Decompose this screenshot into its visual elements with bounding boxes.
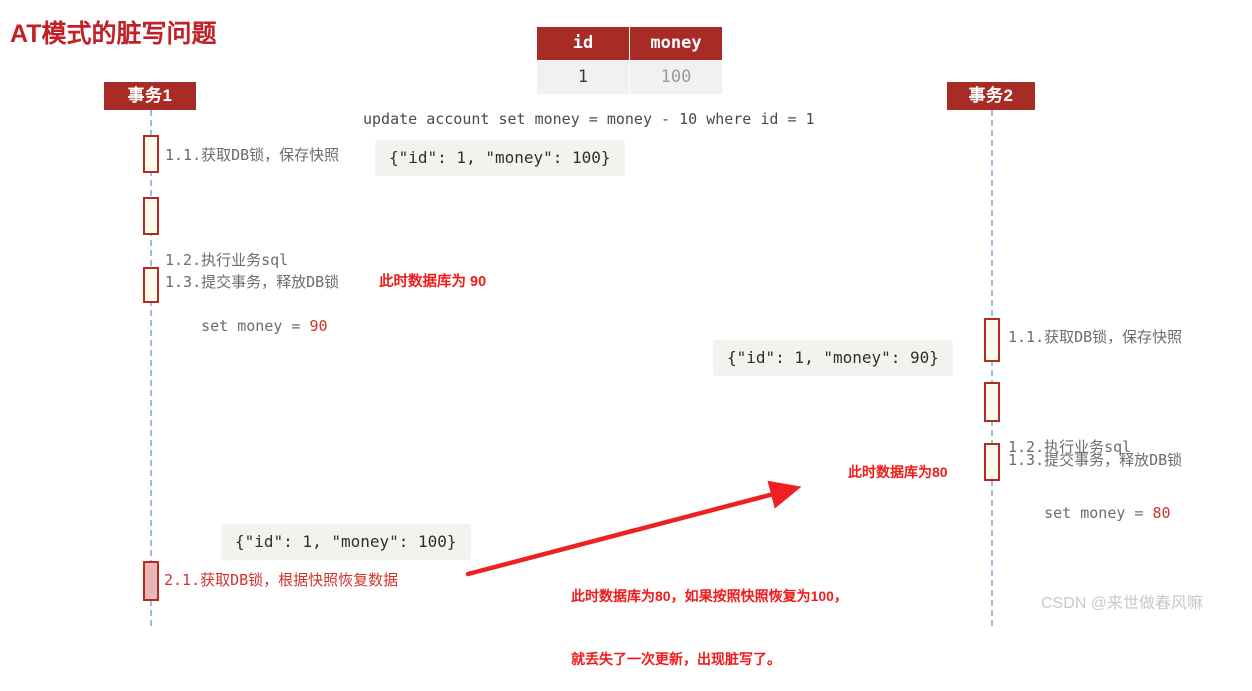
dirty-write-note-line2: 就丢失了一次更新，出现脏写了。 (571, 651, 781, 667)
table-header-money: money (629, 26, 723, 61)
table-header-row: id money (536, 26, 723, 61)
activation-t1-restore (143, 561, 159, 601)
sql-statement: update account set money = money - 10 wh… (363, 110, 815, 128)
activation-t2-step2 (984, 382, 1000, 422)
watermark: CSDN @来世做春风嘛 (1041, 595, 1204, 612)
step-t2-2-detail: set money = 80 (1008, 502, 1171, 524)
actor-transaction-2: 事务2 (947, 82, 1035, 110)
db-state-note-90: 此时数据库为 90 (379, 274, 487, 290)
activation-t1-step2 (143, 197, 159, 235)
step-t2-2-value: 80 (1152, 504, 1171, 522)
dirty-write-note: 此时数据库为80，如果按照快照恢复为100， 就丢失了一次更新，出现脏写了。 (571, 544, 848, 691)
step-t2-3-label: 1.3.提交事务，释放DB锁 (1008, 451, 1183, 469)
db-state-note-80: 此时数据库为80 (848, 464, 948, 480)
snapshot-t1-initial: {"id": 1, "money": 100} (375, 140, 625, 176)
activation-t1-step1 (143, 135, 159, 173)
step-t1-restore-label: 2.1.获取DB锁，根据快照恢复数据 (164, 571, 399, 589)
lifeline-transaction-1 (150, 110, 152, 626)
snapshot-t2-initial: {"id": 1, "money": 90} (713, 340, 953, 376)
table-cell-money: 100 (629, 60, 723, 95)
activation-t2-step3 (984, 443, 1000, 481)
activation-t2-step1 (984, 318, 1000, 362)
snapshot-t1-restore: {"id": 1, "money": 100} (221, 524, 471, 560)
step-t1-1-label: 1.1.获取DB锁，保存快照 (165, 146, 340, 164)
table-row: 1 100 (536, 60, 723, 95)
account-table: id money 1 100 (536, 26, 723, 95)
dirty-write-note-line1: 此时数据库为80，如果按照快照恢复为100， (571, 588, 848, 604)
step-t1-2-sql: set money = (165, 317, 310, 335)
step-t1-2-value: 90 (309, 317, 328, 335)
activation-t1-step3 (143, 267, 159, 303)
step-t1-3-label: 1.3.提交事务，释放DB锁 (165, 273, 340, 291)
table-cell-id: 1 (536, 60, 630, 95)
page-title: AT模式的脏写问题 (10, 20, 217, 48)
lifeline-transaction-2 (991, 110, 993, 626)
actor-transaction-1: 事务1 (104, 82, 196, 110)
step-t2-2-sql: set money = (1008, 504, 1153, 522)
table-header-id: id (536, 26, 630, 61)
step-t2-1-label: 1.1.获取DB锁，保存快照 (1008, 328, 1183, 346)
step-t1-2-detail: set money = 90 (165, 315, 328, 337)
step-t1-2-label: 1.2.执行业务sql (165, 251, 289, 269)
